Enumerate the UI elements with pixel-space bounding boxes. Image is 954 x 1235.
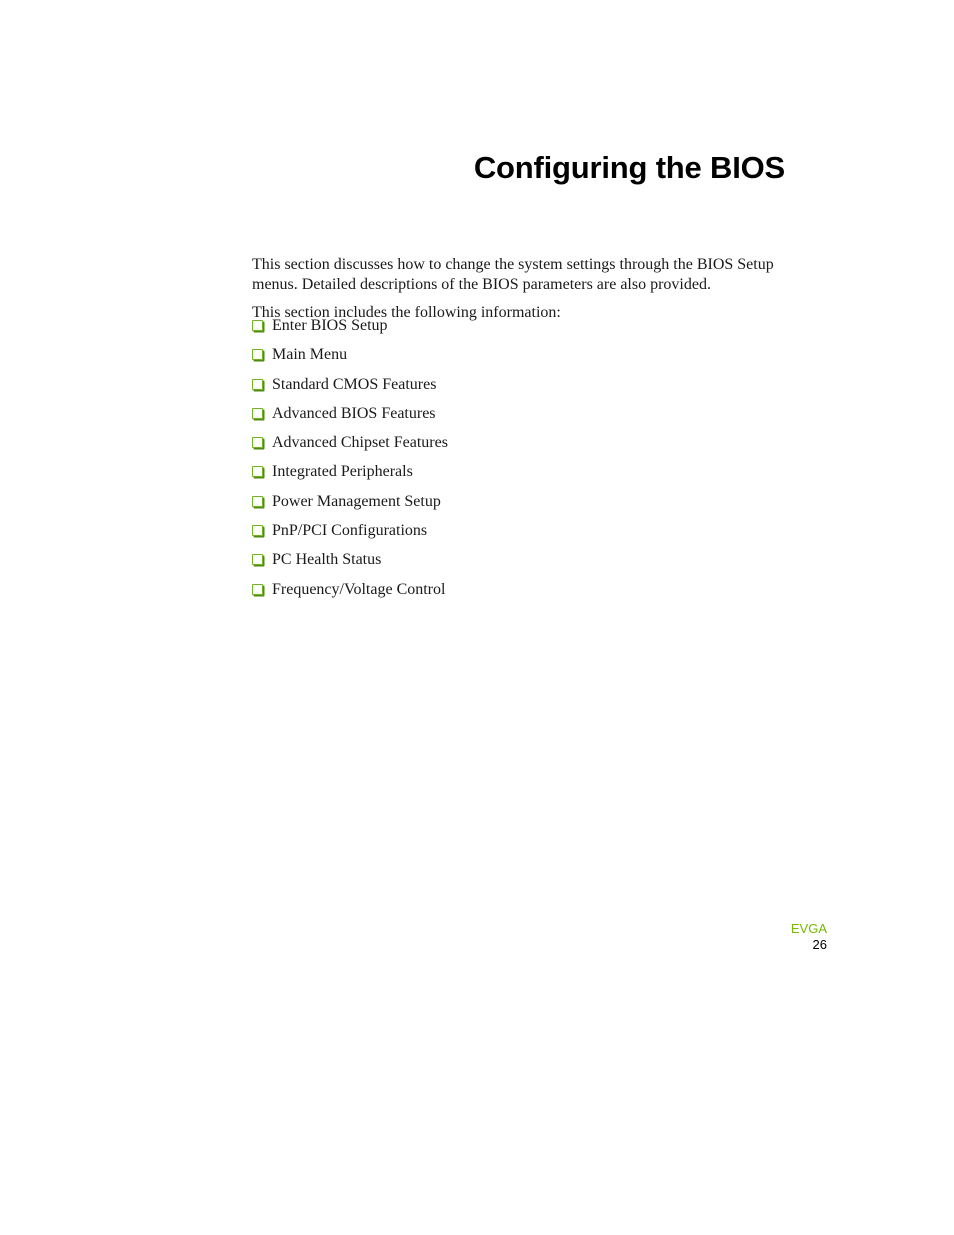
list-item: Standard CMOS Features <box>252 375 448 404</box>
list-item: Frequency/Voltage Control <box>252 580 448 609</box>
checkbox-square-icon <box>252 495 263 507</box>
checkbox-square-icon <box>252 378 263 390</box>
list-item-label: Enter BIOS Setup <box>272 317 388 334</box>
footer-brand: EVGA <box>790 921 827 936</box>
list-item: Power Management Setup <box>252 492 448 521</box>
list-item-label: PnP/PCI Configurations <box>272 522 428 540</box>
checkbox-square-icon <box>252 466 263 478</box>
list-item: Enter BIOS Setup <box>252 316 448 345</box>
topic-list: Enter BIOS Setup Main Menu Standard CMOS… <box>252 316 448 609</box>
checkbox-square-icon <box>252 437 263 449</box>
list-item: Advanced BIOS Features <box>252 404 448 433</box>
page-number: 26 <box>812 937 827 952</box>
checkbox-square-icon <box>252 407 263 419</box>
list-item-label: Frequency/Voltage Control <box>272 580 446 598</box>
checkbox-square-icon <box>252 583 263 595</box>
list-item: Advanced Chipset Features <box>252 433 448 462</box>
list-item-label: Advanced BIOS Features <box>272 404 436 422</box>
intro-paragraph: This section discusses how to change the… <box>252 256 774 293</box>
list-item-label: Advanced Chipset Features <box>272 434 448 452</box>
list-item: PC Health Status <box>252 550 448 579</box>
checkbox-square-icon <box>252 525 263 537</box>
list-item-label: Power Management Setup <box>272 492 441 510</box>
list-item-label: Integrated Peripherals <box>272 463 413 481</box>
checkbox-square-icon <box>252 349 263 361</box>
list-item-label: PC Health Status <box>272 551 382 569</box>
list-item: PnP/PCI Configurations <box>252 521 448 550</box>
list-item: Main Menu <box>252 345 448 374</box>
list-item-label: Standard CMOS Features <box>272 375 437 393</box>
checkbox-square-icon <box>252 554 263 566</box>
list-item: Integrated Peripherals <box>252 462 448 491</box>
page-title: Configuring the BIOS <box>473 149 785 185</box>
checkbox-square-icon <box>252 320 263 331</box>
list-item-label: Main Menu <box>272 346 348 364</box>
